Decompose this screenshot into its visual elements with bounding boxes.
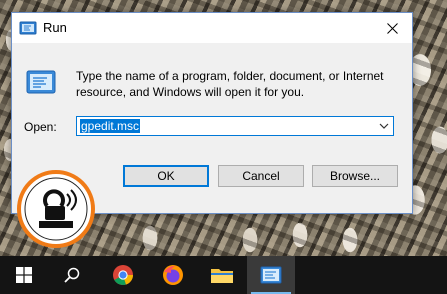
open-input-value[interactable]: gpedit.msc <box>80 119 141 133</box>
cancel-button[interactable]: Cancel <box>218 165 304 187</box>
browse-button[interactable]: Browse... <box>312 165 398 187</box>
watermark-logo <box>17 170 95 248</box>
taskbar-run[interactable] <box>247 256 295 294</box>
search-icon <box>64 267 80 283</box>
taskbar-file-explorer[interactable] <box>198 256 246 294</box>
close-icon <box>386 22 398 34</box>
ok-button[interactable]: OK <box>123 165 209 187</box>
taskbar <box>0 256 447 294</box>
taskbar-firefox[interactable] <box>149 256 197 294</box>
window-title: Run <box>43 20 67 35</box>
run-icon <box>260 266 282 284</box>
search-button[interactable] <box>48 256 96 294</box>
run-icon <box>26 70 56 94</box>
open-label: Open: <box>24 120 57 134</box>
open-combobox[interactable]: gpedit.msc <box>76 116 394 136</box>
file-explorer-icon <box>211 269 233 283</box>
close-button[interactable] <box>372 13 412 43</box>
start-button[interactable] <box>0 256 48 294</box>
chevron-down-icon <box>379 123 389 129</box>
instruction-text: Type the name of a program, folder, docu… <box>76 69 384 99</box>
run-icon <box>19 21 37 35</box>
windows-start-icon <box>16 267 32 283</box>
firefox-icon <box>163 265 183 285</box>
dropdown-button[interactable] <box>377 119 391 133</box>
taskbar-chrome[interactable] <box>99 256 147 294</box>
chrome-icon <box>113 265 133 285</box>
title-bar[interactable]: Run <box>12 13 412 43</box>
